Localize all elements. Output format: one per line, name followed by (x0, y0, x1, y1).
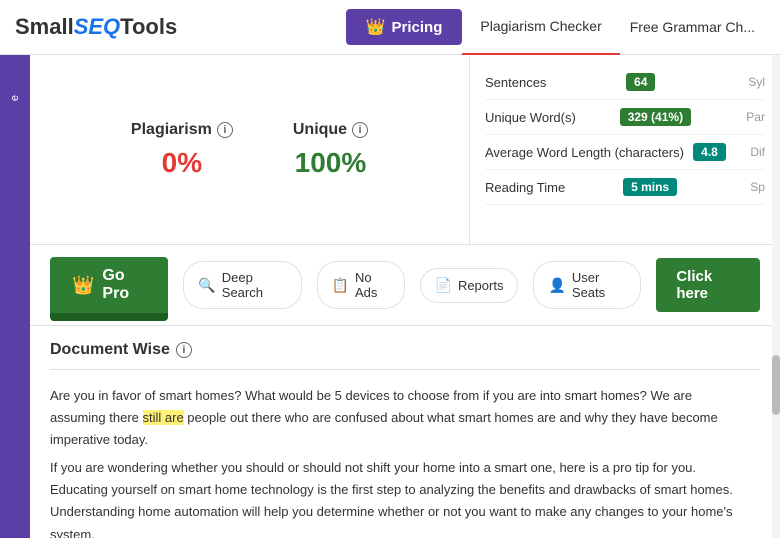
click-here-button[interactable]: Click here (656, 258, 760, 312)
reports-button[interactable]: 📄 Reports (420, 268, 519, 303)
document-text-body: Are you in favor of smart homes? What wo… (50, 385, 760, 538)
no-ads-label: No Ads (355, 270, 390, 300)
main-area: e Plagiarism i 0% Unique i (0, 55, 780, 538)
grammar-label: Free Grammar Ch... (630, 19, 755, 35)
stat-row-sentences: Sentences 64 Syl (485, 65, 765, 100)
stat-label: Reading Time (485, 180, 565, 195)
stat-right-reading: Sp (735, 180, 765, 194)
reports-icon: 📄 (435, 277, 452, 294)
stats-panel: Plagiarism i 0% Unique i 100% Sent (30, 55, 780, 245)
logo: SmallSEQTools (15, 14, 177, 40)
stat-row-reading-time: Reading Time 5 mins Sp (485, 170, 765, 205)
plagiarism-value: 0% (131, 147, 233, 179)
metrics-box: Plagiarism i 0% Unique i 100% (30, 55, 470, 245)
plagiarism-metric: Plagiarism i 0% (131, 121, 233, 179)
unique-info-icon[interactable]: i (352, 122, 368, 138)
stat-row-unique-words: Unique Word(s) 329 (41%) Par (485, 100, 765, 135)
unique-label: Unique i (293, 121, 368, 139)
user-seats-icon: 👤 (548, 277, 565, 294)
sidebar-label: e (9, 95, 21, 101)
document-info-icon[interactable]: i (176, 342, 192, 358)
stat-right-word-length: Dif (735, 145, 765, 159)
user-seats-label: User Seats (572, 270, 626, 300)
document-section: Document Wise i Are you in favor of smar… (30, 326, 780, 538)
user-seats-button[interactable]: 👤 User Seats (533, 261, 641, 309)
go-pro-crown-icon: 👑 (72, 275, 94, 296)
paragraph-2: If you are wondering whether you should … (50, 457, 745, 538)
pricing-nav[interactable]: 👑 Pricing (346, 9, 463, 45)
pricing-label: Pricing (392, 19, 443, 36)
plagiarism-label: Plagiarism i (131, 121, 233, 139)
stat-right-unique: Par (735, 110, 765, 124)
scrollbar-thumb[interactable] (772, 355, 780, 415)
logo-small: Small (15, 14, 74, 40)
logo-seo: SEQ (74, 14, 120, 40)
grammar-nav[interactable]: Free Grammar Ch... (620, 0, 765, 55)
stat-badge-unique-words: 329 (41%) (620, 108, 691, 126)
unique-value: 100% (293, 147, 368, 179)
stat-right-sentences: Syl (735, 75, 765, 89)
stat-badge-sentences: 64 (626, 73, 655, 91)
no-ads-button[interactable]: 📋 No Ads (317, 261, 405, 309)
right-stats: Sentences 64 Syl Unique Word(s) 329 (41%… (470, 55, 780, 245)
go-pro-button[interactable]: 👑 Go Pro (50, 257, 168, 313)
stat-label: Average Word Length (characters) (485, 145, 684, 160)
go-pro-banner: 👑 Go Pro 🔍 Deep Search 📋 No Ads 📄 Report… (30, 245, 780, 326)
nav-items: 👑 Pricing Plagiarism Checker Free Gramma… (346, 0, 765, 55)
unique-metric: Unique i 100% (293, 121, 368, 179)
stat-badge-reading-time: 5 mins (623, 178, 677, 196)
stat-label: Sentences (485, 75, 546, 90)
plagiarism-nav[interactable]: Plagiarism Checker (462, 0, 619, 55)
reports-label: Reports (458, 278, 504, 293)
document-title: Document Wise i (50, 341, 760, 370)
no-ads-icon: 📋 (332, 277, 349, 294)
search-icon: 🔍 (198, 277, 215, 294)
stat-row-word-length: Average Word Length (characters) 4.8 Dif (485, 135, 765, 170)
stat-label: Unique Word(s) (485, 110, 576, 125)
stat-badge-word-length: 4.8 (693, 143, 726, 161)
deep-search-label: Deep Search (222, 270, 287, 300)
header: SmallSEQTools 👑 Pricing Plagiarism Check… (0, 0, 780, 55)
plagiarism-label: Plagiarism Checker (480, 18, 601, 34)
go-pro-label: Go Pro (102, 267, 146, 303)
scrollbar[interactable] (772, 55, 780, 538)
content-area: Plagiarism i 0% Unique i 100% Sent (30, 55, 780, 538)
left-sidebar-strip: e (0, 55, 30, 538)
paragraph-1: Are you in favor of smart homes? What wo… (50, 385, 745, 451)
plagiarism-info-icon[interactable]: i (217, 122, 233, 138)
crown-icon: 👑 (366, 17, 386, 37)
deep-search-button[interactable]: 🔍 Deep Search (183, 261, 301, 309)
logo-tools: Tools (120, 14, 177, 40)
